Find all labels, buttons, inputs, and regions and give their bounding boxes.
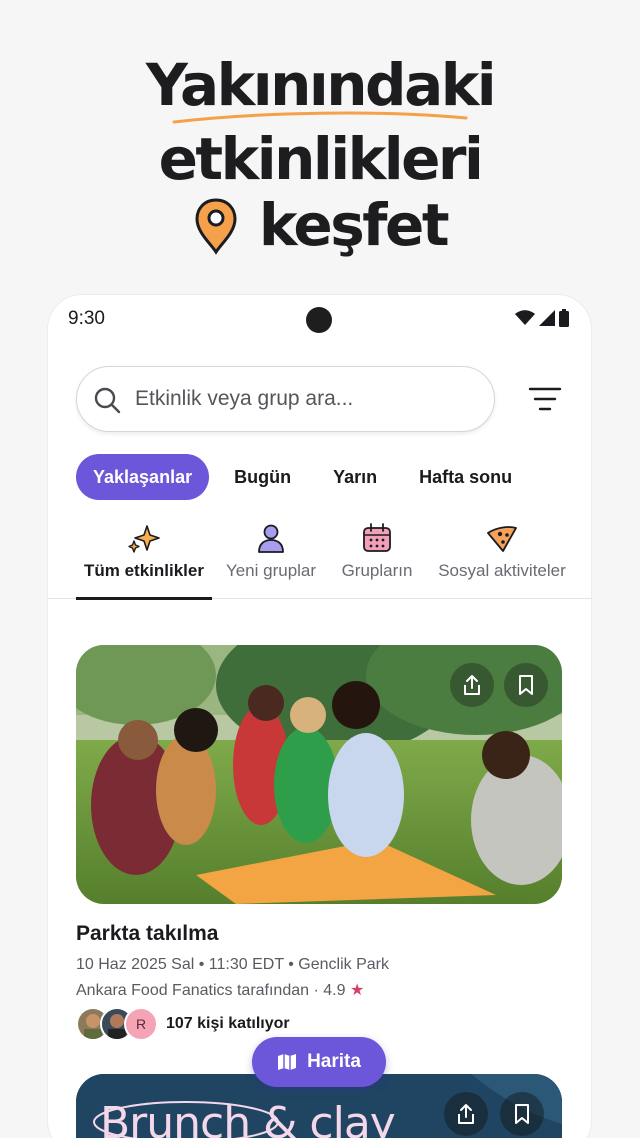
event-image[interactable] [76,645,562,904]
tab-label: Sosyal aktiviteler [438,561,566,580]
location-pin-icon [195,198,237,255]
event-host-text: Ankara Food Fanatics tarafından · 4.9 [76,982,346,999]
map-button[interactable]: Harita [252,1037,386,1087]
status-bar: 9:30 [48,295,591,345]
chip-tomorrow[interactable]: Yarın [316,454,394,500]
calendar-icon [363,523,391,552]
battery-icon [559,309,569,327]
category-tabs: Tüm etkinlikler Yeni gruplar Grupların S… [48,517,591,600]
search-input[interactable] [135,367,475,431]
share-icon [464,675,480,695]
tab-label: Tüm etkinlikler [84,561,204,580]
person-icon [258,524,284,553]
bookmark-icon [515,1104,529,1124]
event-datetime-location: 10 Haz 2025 Sal • 11:30 EDT • Genclik Pa… [76,956,389,973]
attendees-row: R 107 kişi katılıyor [76,1007,290,1041]
search-icon [94,387,121,414]
bookmark-button[interactable] [500,1092,544,1136]
chip-weekend[interactable]: Hafta sonu [402,454,529,500]
event-title[interactable]: Parkta takılma [76,922,218,946]
phone-frame: 9:30 Yaklaşanlar Bugün Yarın [48,295,591,1138]
bookmark-icon [519,675,533,695]
active-tab-indicator [76,597,212,600]
search-bar[interactable] [76,366,495,432]
sparkles-icon [128,525,160,553]
status-time: 9:30 [68,308,105,329]
tab-all-events[interactable]: Tüm etkinlikler [76,517,212,600]
event-card[interactable]: Parkta takılma 10 Haz 2025 Sal • 11:30 E… [76,645,562,1041]
map-button-label: Harita [307,1051,361,1072]
hero-headline: Yakınındaki etkinlikleri keşfet [0,0,640,290]
camera-cutout [306,307,332,333]
event-image-title: Brunch & clay [100,1098,396,1138]
chip-upcoming[interactable]: Yaklaşanlar [76,454,210,500]
tab-new-groups[interactable]: Yeni gruplar [218,517,324,599]
hero-line-2: etkinlikleri [158,125,484,193]
hero-line-3: keşfet [0,192,640,258]
event-host: Ankara Food Fanatics tarafından · 4.9 ★ [76,980,364,1000]
star-icon: ★ [349,982,365,999]
attendee-count: 107 kişi katılıyor [166,1015,290,1032]
signal-icon [539,310,555,326]
share-button[interactable] [444,1092,488,1136]
tab-social-activities[interactable]: Sosyal aktiviteler [434,517,570,599]
tab-label: Grupların [341,561,413,580]
chip-today[interactable]: Bugün [217,454,308,500]
avatar: R [124,1007,158,1041]
map-icon [278,1054,297,1070]
bookmark-button[interactable] [504,663,548,707]
filter-icon[interactable] [528,386,562,412]
tab-your-groups[interactable]: Grupların [338,517,416,599]
status-icons [515,309,569,327]
date-filter-chips: Yaklaşanlar Bugün Yarın Hafta sonu [76,454,537,500]
hero-line-3-text: keşfet [258,191,450,259]
wifi-icon [515,310,535,325]
share-button[interactable] [450,663,494,707]
share-icon [458,1104,474,1124]
pizza-icon [487,526,517,552]
tab-label: Yeni gruplar [225,561,317,580]
